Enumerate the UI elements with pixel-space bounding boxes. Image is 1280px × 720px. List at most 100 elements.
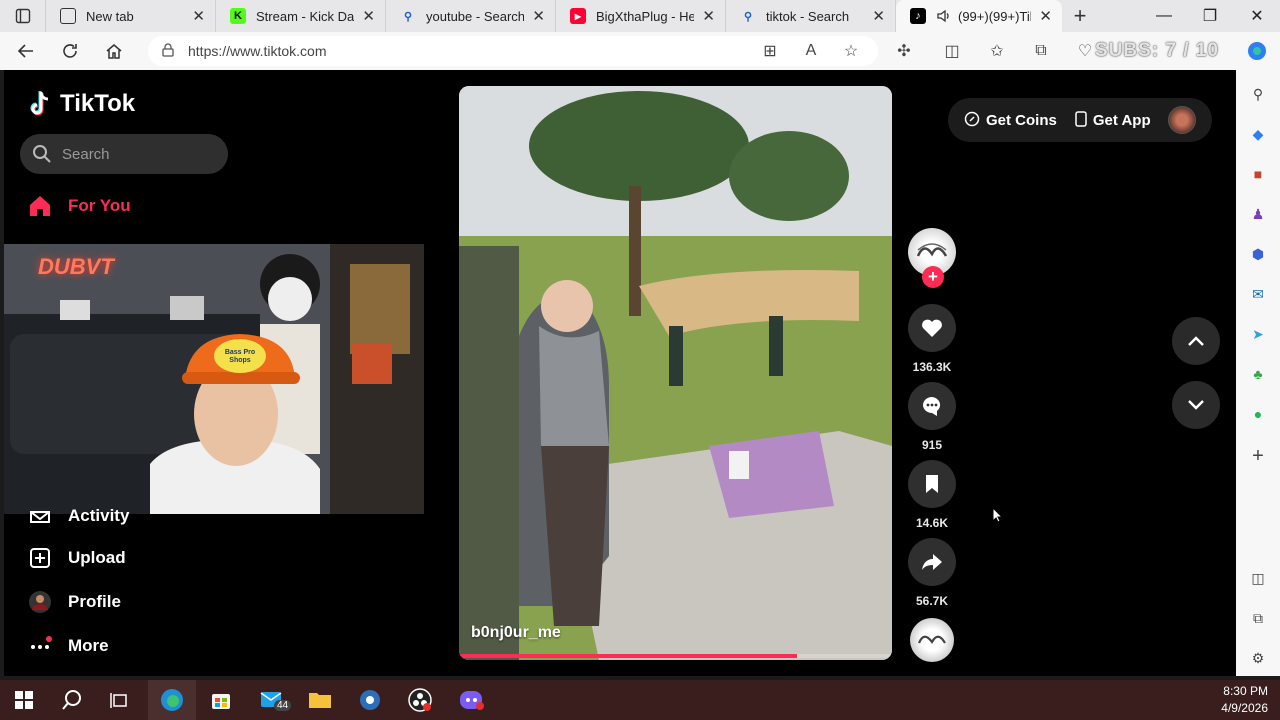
search-icon[interactable]: ⚲ <box>1244 80 1272 108</box>
extensions-icon[interactable]: ✣ <box>890 37 918 65</box>
activity-icon <box>28 504 52 528</box>
like-button[interactable] <box>908 304 956 352</box>
follow-plus-button[interactable]: + <box>922 266 944 288</box>
spotify-icon[interactable]: ● <box>1244 400 1272 428</box>
close-icon[interactable]: ✕ <box>532 7 545 25</box>
video-frame <box>459 86 892 660</box>
games-icon[interactable]: ♟ <box>1244 200 1272 228</box>
home-button[interactable] <box>96 36 132 66</box>
nav-activity[interactable]: Activity <box>28 504 129 528</box>
close-icon[interactable]: ✕ <box>872 7 885 25</box>
save-action[interactable]: 14.6K <box>908 460 956 530</box>
tab-kick[interactable]: K Stream - Kick Dashb ✕ <box>216 0 386 32</box>
tab-tiktok-search[interactable]: ⚲ tiktok - Search ✕ <box>726 0 896 32</box>
discord-icon <box>460 691 484 710</box>
search-icon <box>62 690 81 710</box>
taskbar-file-explorer[interactable] <box>296 680 344 720</box>
collections-icon[interactable]: ⧉ <box>1027 37 1055 65</box>
read-aloud-icon[interactable]: A <box>797 37 825 65</box>
start-button[interactable] <box>0 680 48 720</box>
nav-label: Upload <box>68 548 126 567</box>
video-player[interactable]: b0nj0ur_me <box>459 86 892 660</box>
taskbar-search-button[interactable] <box>48 680 96 720</box>
tree-icon[interactable]: ♣ <box>1244 360 1272 388</box>
mail-badge: 44 <box>274 700 292 711</box>
favorites-icon[interactable]: ✩ <box>983 37 1011 65</box>
nav-more[interactable]: More <box>28 634 109 658</box>
share-button[interactable] <box>908 538 956 586</box>
taskbar-app-5[interactable] <box>346 680 394 720</box>
music-disc[interactable] <box>910 618 954 662</box>
tab-bigxthaplug[interactable]: ▶ BigXthaPlug - Hell A ✕ <box>556 0 726 32</box>
send-icon[interactable]: ➤ <box>1244 320 1272 348</box>
minimize-button[interactable]: — <box>1141 0 1187 32</box>
tab-youtube-search[interactable]: ⚲ youtube - Search ✕ <box>386 0 556 32</box>
edge-icon <box>161 689 183 711</box>
nav-profile[interactable]: Profile <box>28 590 121 614</box>
close-icon[interactable]: ✕ <box>362 7 375 25</box>
split-screen-icon[interactable]: ◫ <box>938 37 966 65</box>
video-progress-bar[interactable] <box>459 654 797 658</box>
like-action[interactable]: 136.3K <box>908 304 956 374</box>
back-button[interactable] <box>8 36 44 66</box>
chevron-up-icon <box>1188 336 1204 346</box>
subs-overlay: SUBS: 7 / 10 <box>1095 40 1219 61</box>
open-external-icon[interactable]: ⧉ <box>1244 604 1272 632</box>
previous-video-button[interactable] <box>1172 317 1220 365</box>
tab-actions-button[interactable] <box>0 0 46 32</box>
browser-tabstrip: New tab ✕ K Stream - Kick Dashb ✕ ⚲ yout… <box>0 0 1280 32</box>
comment-button[interactable] <box>908 382 956 430</box>
add-sidebar-app-icon[interactable]: + <box>1244 442 1272 470</box>
tab-label: tiktok - Search <box>766 8 850 24</box>
speaker-icon[interactable] <box>936 8 952 24</box>
taskbar-store[interactable] <box>197 680 245 720</box>
get-app-button[interactable]: Get App <box>1075 110 1151 130</box>
video-username[interactable]: b0nj0ur_me <box>471 624 561 642</box>
user-avatar[interactable] <box>1168 106 1196 134</box>
close-window-button[interactable]: ✕ <box>1234 0 1280 32</box>
system-clock[interactable]: 8:30 PM 4/9/2026 <box>1221 683 1268 717</box>
tab-label: Stream - Kick Dashb <box>256 8 355 24</box>
nav-label: For You <box>68 196 131 215</box>
restore-button[interactable]: ❐ <box>1187 0 1233 32</box>
search-input[interactable]: Search <box>20 134 228 174</box>
settings-gear-icon[interactable]: ⚙ <box>1244 644 1272 672</box>
favorite-star-icon[interactable]: ☆ <box>837 37 865 65</box>
new-tab-button[interactable]: + <box>1062 0 1098 32</box>
close-icon[interactable]: ✕ <box>1039 7 1052 25</box>
next-video-button[interactable] <box>1172 381 1220 429</box>
share-arrow-icon <box>922 554 942 570</box>
taskbar-discord[interactable] <box>448 680 496 720</box>
logo-text: TikTok <box>60 90 136 117</box>
tab-new-tab[interactable]: New tab ✕ <box>46 0 216 32</box>
outlook-icon[interactable]: ✉ <box>1244 280 1272 308</box>
copilot-icon[interactable] <box>1243 37 1271 65</box>
refresh-button[interactable] <box>52 36 88 66</box>
comment-action[interactable]: 915 <box>908 382 956 452</box>
cap-logo-text: Bass Pro Shops <box>224 349 256 364</box>
taskbar-edge[interactable] <box>148 680 196 720</box>
get-coins-button[interactable]: Get Coins <box>964 111 1057 130</box>
task-view-button[interactable] <box>96 680 144 720</box>
hide-sidebar-icon[interactable]: ◫ <box>1244 564 1272 592</box>
tiktok-logo[interactable]: TikTok <box>28 90 135 118</box>
close-icon[interactable]: ✕ <box>192 7 205 25</box>
app-available-icon[interactable]: ⊞ <box>756 37 784 65</box>
nav-label: More <box>68 636 109 655</box>
back-arrow-icon <box>17 44 33 58</box>
toolbox-icon[interactable]: ■ <box>1244 160 1272 188</box>
lock-icon <box>162 42 174 60</box>
nav-upload[interactable]: Upload <box>28 546 126 570</box>
shopping-tag-icon[interactable]: ◆ <box>1244 120 1272 148</box>
top-right-actions: Get Coins Get App <box>948 98 1212 142</box>
tab-tiktok[interactable]: ♪ (99+)(99+)TikT ✕ <box>896 0 1062 32</box>
save-button[interactable] <box>908 460 956 508</box>
taskbar-mail[interactable]: 44 <box>248 680 296 720</box>
nav-for-you[interactable]: For You <box>28 194 131 218</box>
taskbar-obs[interactable] <box>396 680 444 720</box>
close-icon[interactable]: ✕ <box>702 7 715 25</box>
share-action[interactable]: 56.7K <box>908 538 956 608</box>
comment-count: 915 <box>921 438 943 452</box>
search-icon: ⚲ <box>743 10 753 23</box>
microsoft-365-icon[interactable]: ⬢ <box>1244 240 1272 268</box>
